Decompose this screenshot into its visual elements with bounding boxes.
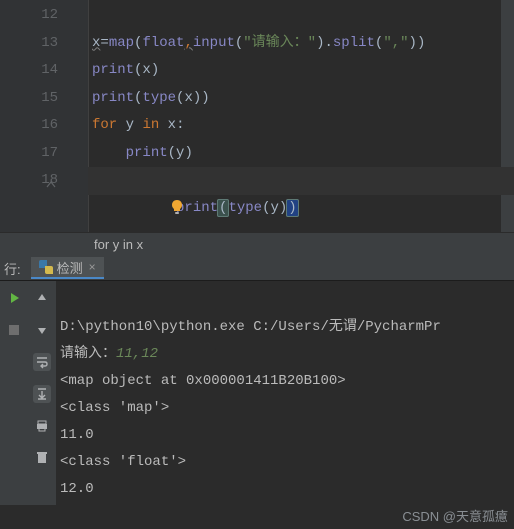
- trash-icon[interactable]: [33, 449, 51, 467]
- python-icon: [39, 260, 53, 274]
- console-line: <class 'map'>: [60, 400, 169, 416]
- gutter: 12 13 14 15 16 17 18: [0, 0, 88, 232]
- run-panel: D:\python10\python.exe C:/Users/无谓/Pycha…: [0, 280, 514, 505]
- run-tab[interactable]: 检测 ×: [31, 257, 104, 279]
- console-prompt: 请输入：: [60, 346, 116, 362]
- code-line: print(x): [88, 57, 514, 85]
- line-number: 12: [0, 2, 58, 30]
- code-editor[interactable]: 12 13 14 15 16 17 18 x=map(float,input("…: [0, 0, 514, 232]
- run-label: 行:: [4, 259, 21, 278]
- stop-icon[interactable]: [5, 321, 23, 339]
- up-icon[interactable]: [33, 289, 51, 307]
- console-line: <class 'float'>: [60, 454, 186, 470]
- line-number: 18: [0, 167, 58, 195]
- line-number: 17: [0, 140, 58, 168]
- down-icon[interactable]: [33, 321, 51, 339]
- print-icon[interactable]: [33, 417, 51, 435]
- run-toolbar-inner: [28, 281, 56, 505]
- code-line: print(y): [88, 140, 514, 168]
- console-line: 12.0: [60, 481, 94, 497]
- line-number: 14: [0, 57, 58, 85]
- code-line: print(type(x)): [88, 85, 514, 113]
- line-number: 16: [0, 112, 58, 140]
- rerun-icon[interactable]: [5, 289, 23, 307]
- close-icon[interactable]: ×: [89, 260, 96, 274]
- console-line: 11.0: [60, 427, 94, 443]
- console-output[interactable]: D:\python10\python.exe C:/Users/无谓/Pycha…: [56, 281, 514, 505]
- run-toolbar-left: [0, 281, 28, 505]
- code-area[interactable]: x=map(float,input("请输入：").split(",")) pr…: [88, 0, 514, 232]
- soft-wrap-icon[interactable]: [33, 353, 51, 371]
- line-number: 15: [0, 85, 58, 113]
- breadcrumb[interactable]: for y in x: [0, 232, 514, 256]
- console-user-input: 11,12: [116, 346, 158, 362]
- run-tab-label: 检测: [57, 258, 83, 277]
- watermark: CSDN @天意孤癔: [402, 506, 508, 525]
- code-line: x=map(float,input("请输入：").split(",")): [88, 30, 514, 58]
- line-number: 13: [0, 30, 58, 58]
- scroll-to-end-icon[interactable]: [33, 385, 51, 403]
- code-line: for y in x:: [88, 112, 514, 140]
- fold-end-icon[interactable]: [44, 175, 56, 187]
- console-line: <map object at 0x000001411B20B100>: [60, 373, 346, 389]
- run-tool-header: 行: 检测 ×: [0, 256, 514, 280]
- console-line: D:\python10\python.exe C:/Users/无谓/Pycha…: [60, 319, 441, 335]
- code-line: print(type(y)): [88, 167, 514, 195]
- intention-bulb-icon[interactable]: [102, 171, 185, 254]
